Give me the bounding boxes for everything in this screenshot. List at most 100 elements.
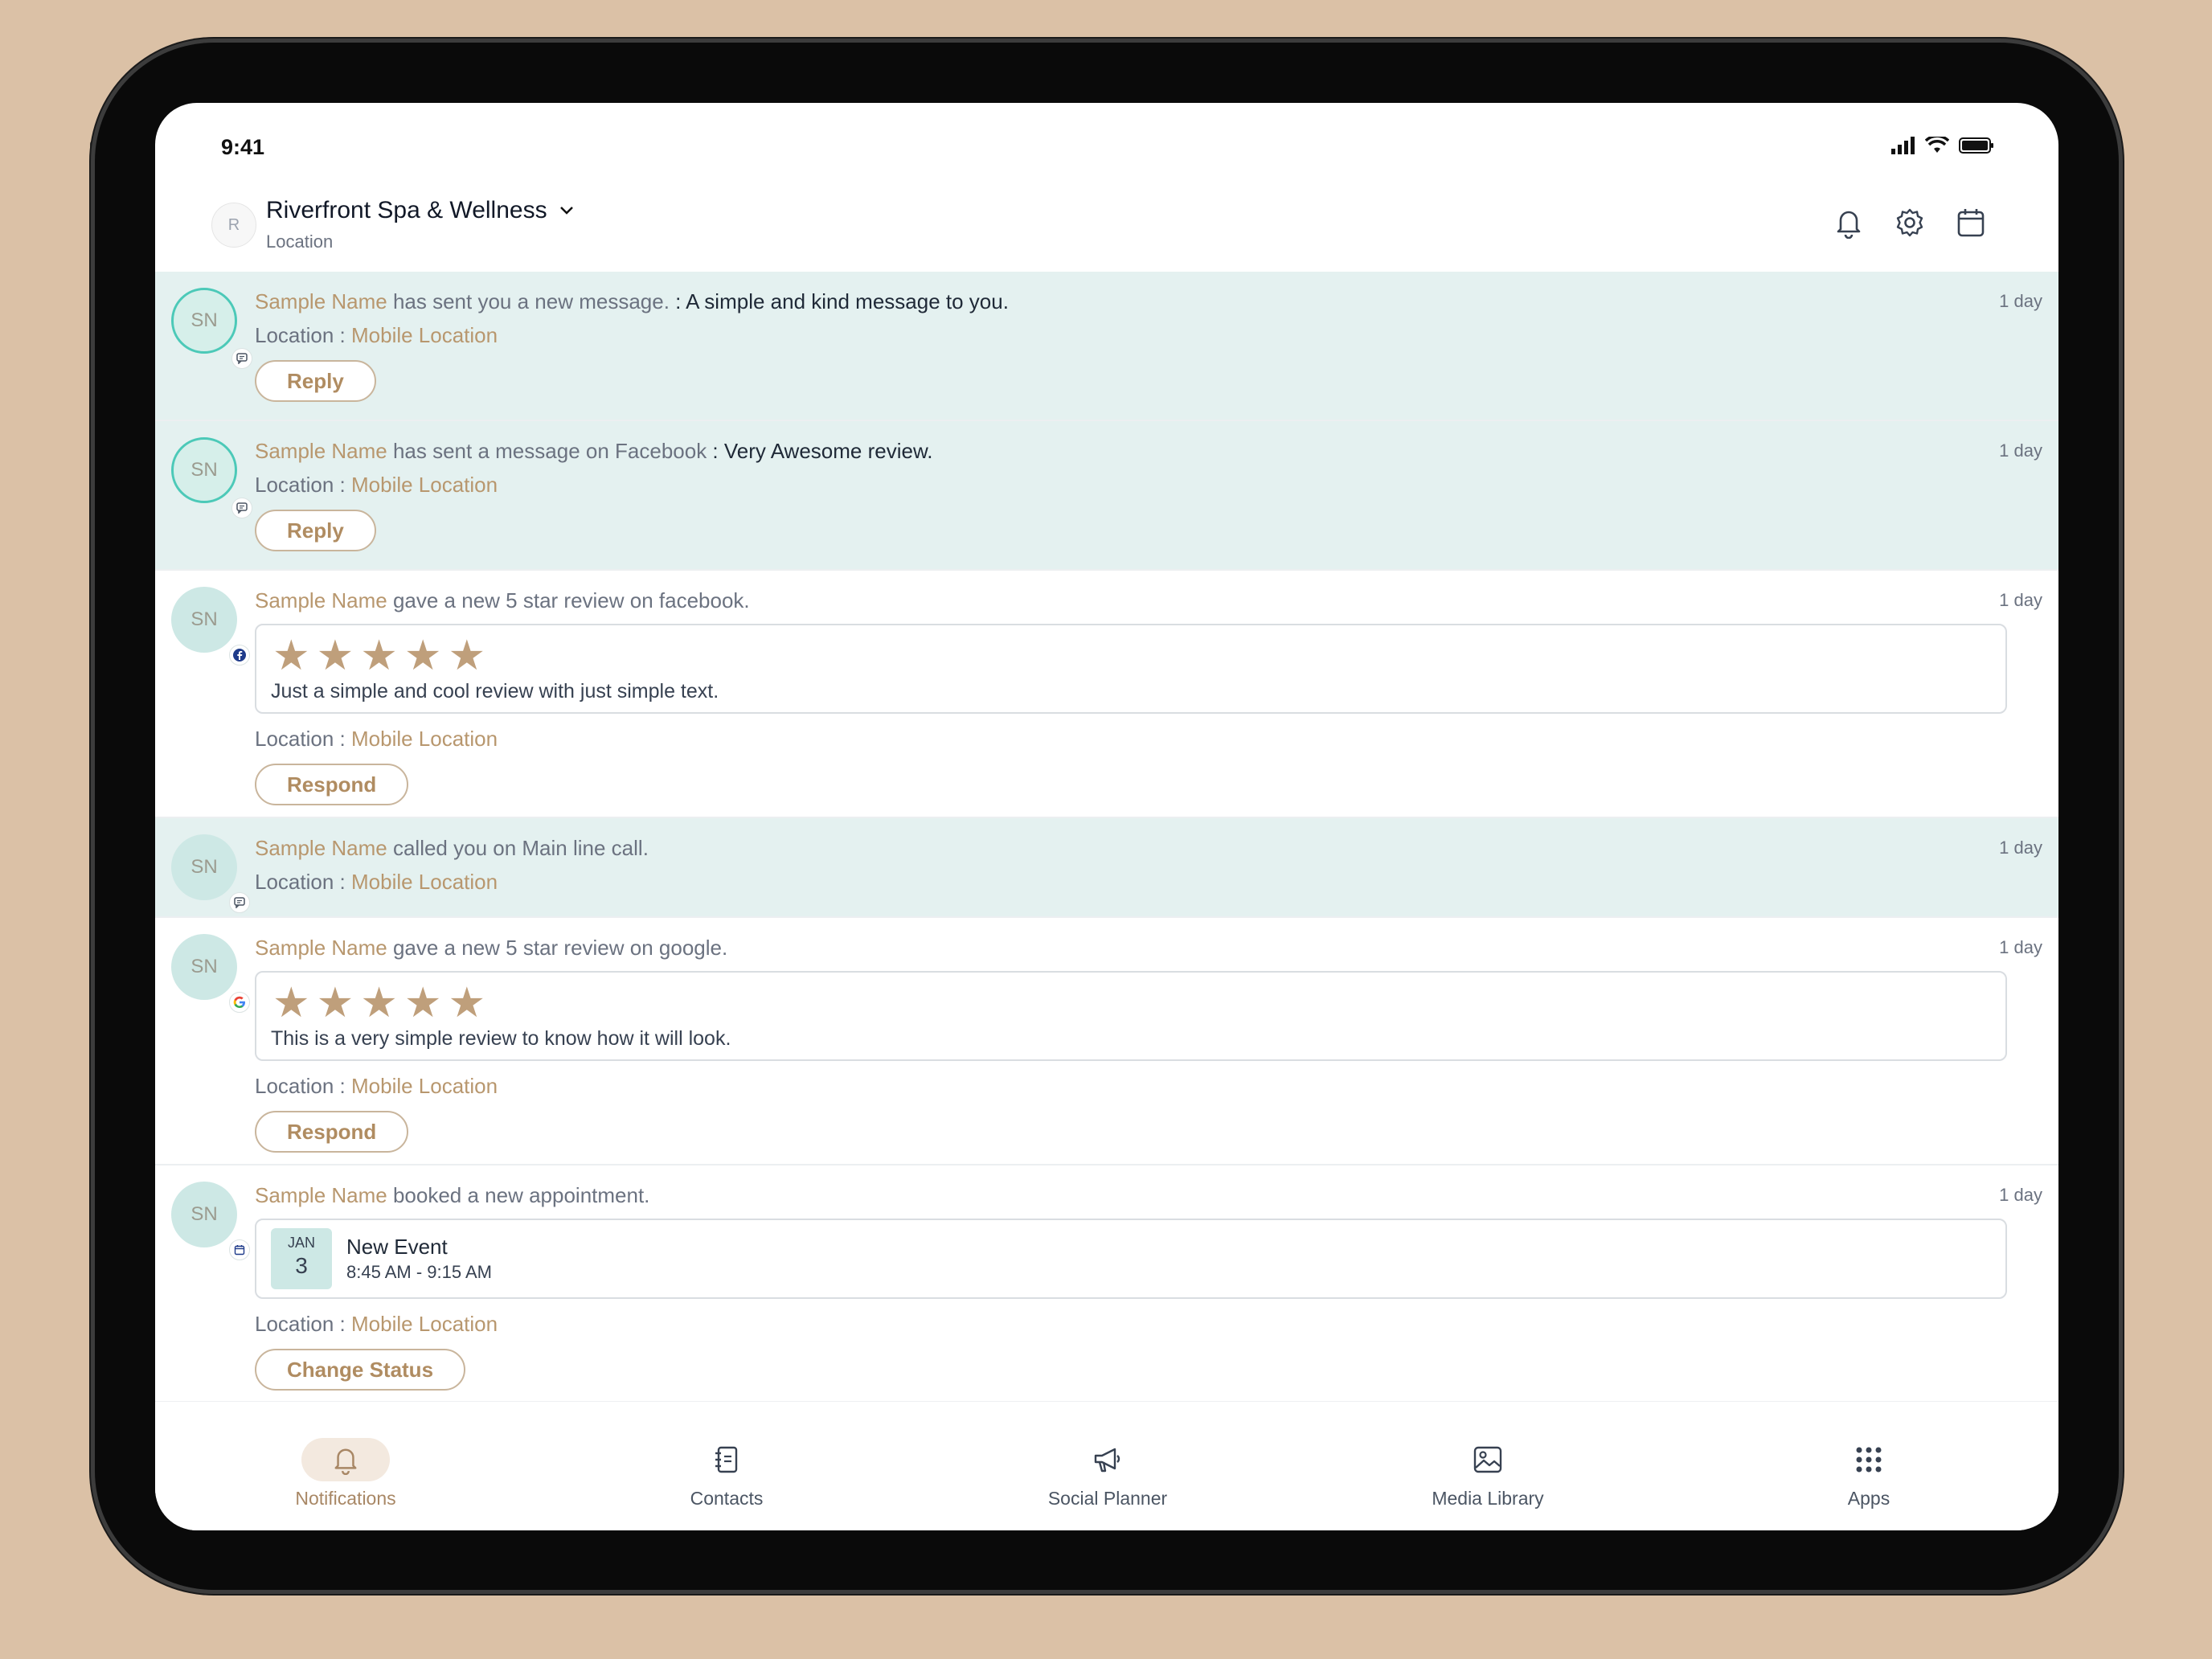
tab-label: Apps	[1847, 1488, 1890, 1509]
reply-button[interactable]: Reply	[255, 360, 376, 402]
avatar-initials: SN	[190, 309, 218, 331]
notification-message: : A simple and kind message to you.	[669, 289, 1009, 313]
location-line: Location : Mobile Location	[255, 323, 498, 348]
event-title: New Event	[346, 1235, 448, 1259]
location-label: Location :	[255, 1312, 351, 1336]
notification-text: Sample Name called you on Main line call…	[255, 836, 649, 861]
location-value: Mobile Location	[350, 473, 498, 497]
notification-action: has sent a message on Facebook	[387, 439, 707, 463]
location-value: Mobile Location	[350, 1074, 498, 1098]
event-day: 3	[295, 1253, 308, 1278]
location-line: Location : Mobile Location	[255, 870, 498, 895]
notification-item[interactable]: SN Sample Name gave a new 5 star review …	[155, 918, 2058, 1165]
message-icon	[231, 348, 252, 369]
notification-action: gave a new 5 star review on google.	[387, 936, 728, 960]
notification-item[interactable]: SN Sample Name has sent a message on Fac…	[155, 421, 2058, 571]
message-icon	[231, 498, 252, 518]
avatar: SN	[171, 437, 252, 518]
notification-item[interactable]: SN Sample Name gave a new 5 star review …	[155, 571, 2058, 818]
grid-icon	[1825, 1438, 1913, 1481]
respond-button[interactable]: Respond	[255, 1111, 409, 1153]
contact-name[interactable]: Sample Name	[255, 836, 387, 860]
review-text: Just a simple and cool review with just …	[271, 680, 719, 703]
tab-social-planner[interactable]: Social Planner	[1027, 1438, 1188, 1509]
contact-name[interactable]: Sample Name	[255, 936, 387, 960]
review-card: ★ ★ ★ ★ ★ This is a very simple review to kn…	[255, 971, 2007, 1061]
avatar-initials: SN	[190, 608, 218, 630]
star-icon: ★	[272, 980, 310, 1026]
star-rating: ★ ★ ★ ★ ★	[272, 633, 485, 678]
location-value: Mobile Location	[350, 727, 498, 751]
notification-time: 1 day	[1999, 590, 2042, 610]
location-line: Location : Mobile Location	[255, 473, 498, 498]
location-subtitle: Location	[266, 231, 334, 252]
star-icon: ★	[448, 633, 486, 679]
avatar-initials: SN	[190, 459, 218, 481]
location-value: Mobile Location	[350, 323, 498, 347]
wifi-icon	[1925, 137, 1949, 153]
tab-contacts[interactable]: Contacts	[646, 1438, 807, 1509]
star-icon: ★	[272, 633, 310, 679]
location-value: Mobile Location	[350, 1312, 498, 1336]
google-icon	[229, 992, 250, 1013]
notification-action: booked a new appointment.	[387, 1183, 650, 1207]
avatar: SN	[171, 288, 252, 369]
location-avatar[interactable]: R	[211, 203, 256, 248]
status-icons	[1891, 137, 1994, 154]
avatar-initials: SN	[190, 856, 218, 878]
location-label: Location :	[255, 1074, 351, 1098]
respond-button[interactable]: Respond	[255, 764, 409, 805]
notification-time: 1 day	[1999, 1185, 2042, 1205]
contact-name[interactable]: Sample Name	[255, 588, 387, 612]
notification-text: Sample Name gave a new 5 star review on …	[255, 588, 750, 613]
app-screen: 9:41 R Riverfront Spa & Wellness Locatio…	[155, 103, 2058, 1530]
tab-apps[interactable]: Apps	[1788, 1438, 1949, 1509]
notification-feed: SN Sample Name has sent you a new messag…	[155, 272, 2058, 1403]
avatar: SN	[171, 934, 250, 1013]
tab-label: Media Library	[1432, 1488, 1544, 1509]
location-label: Location :	[255, 323, 351, 347]
tab-notifications[interactable]: Notifications	[265, 1438, 426, 1509]
contact-name[interactable]: Sample Name	[255, 1183, 387, 1207]
calendar-icon[interactable]	[1954, 206, 1988, 240]
notification-time: 1 day	[1999, 838, 2042, 858]
avatar: SN	[171, 587, 250, 666]
bottom-tab-bar: Notifications Contacts Social Planner Me…	[155, 1401, 2058, 1530]
appointment-card[interactable]: JAN 3 New Event 8:45 AM - 9:15 AM	[255, 1219, 2007, 1299]
contact-name[interactable]: Sample Name	[255, 439, 387, 463]
notification-time: 1 day	[1999, 440, 2042, 461]
header-actions	[1832, 206, 1988, 240]
cellular-signal-icon	[1891, 137, 1915, 154]
avatar: SN	[171, 834, 250, 913]
image-icon	[1444, 1438, 1532, 1481]
notification-item[interactable]: SN Sample Name called you on Main line c…	[155, 818, 2058, 918]
notification-item[interactable]: SN Sample Name has sent you a new messag…	[155, 272, 2058, 421]
message-icon	[229, 892, 250, 913]
chevron-down-icon	[559, 207, 573, 215]
event-date: JAN 3	[271, 1228, 332, 1289]
bell-icon[interactable]	[1832, 206, 1866, 240]
status-time: 9:41	[221, 135, 265, 159]
notification-message: : Very Awesome review.	[707, 439, 933, 463]
contact-name[interactable]: Sample Name	[255, 289, 387, 313]
notification-text: Sample Name gave a new 5 star review on …	[255, 936, 727, 961]
calendar-icon	[229, 1239, 250, 1260]
tab-media-library[interactable]: Media Library	[1407, 1438, 1568, 1509]
avatar: SN	[171, 1182, 250, 1260]
bell-icon	[301, 1438, 390, 1481]
event-time: 8:45 AM - 9:15 AM	[346, 1262, 492, 1282]
tab-label: Contacts	[690, 1488, 764, 1509]
reply-button[interactable]: Reply	[255, 510, 376, 551]
notification-text: Sample Name has sent you a new message. …	[255, 289, 1009, 314]
location-label: Location :	[255, 727, 351, 751]
notification-action: called you on Main line call.	[387, 836, 649, 860]
location-line: Location : Mobile Location	[255, 1074, 498, 1099]
gear-icon[interactable]	[1893, 206, 1927, 240]
star-icon: ★	[403, 980, 442, 1026]
tab-label: Social Planner	[1047, 1488, 1168, 1509]
notification-item[interactable]: SN Sample Name booked a new appointment.…	[155, 1165, 2058, 1403]
star-icon: ★	[316, 980, 354, 1026]
location-switcher[interactable]: Riverfront Spa & Wellness	[266, 197, 575, 224]
location-label: Location :	[255, 870, 351, 894]
change-status-button[interactable]: Change Status	[255, 1349, 466, 1391]
